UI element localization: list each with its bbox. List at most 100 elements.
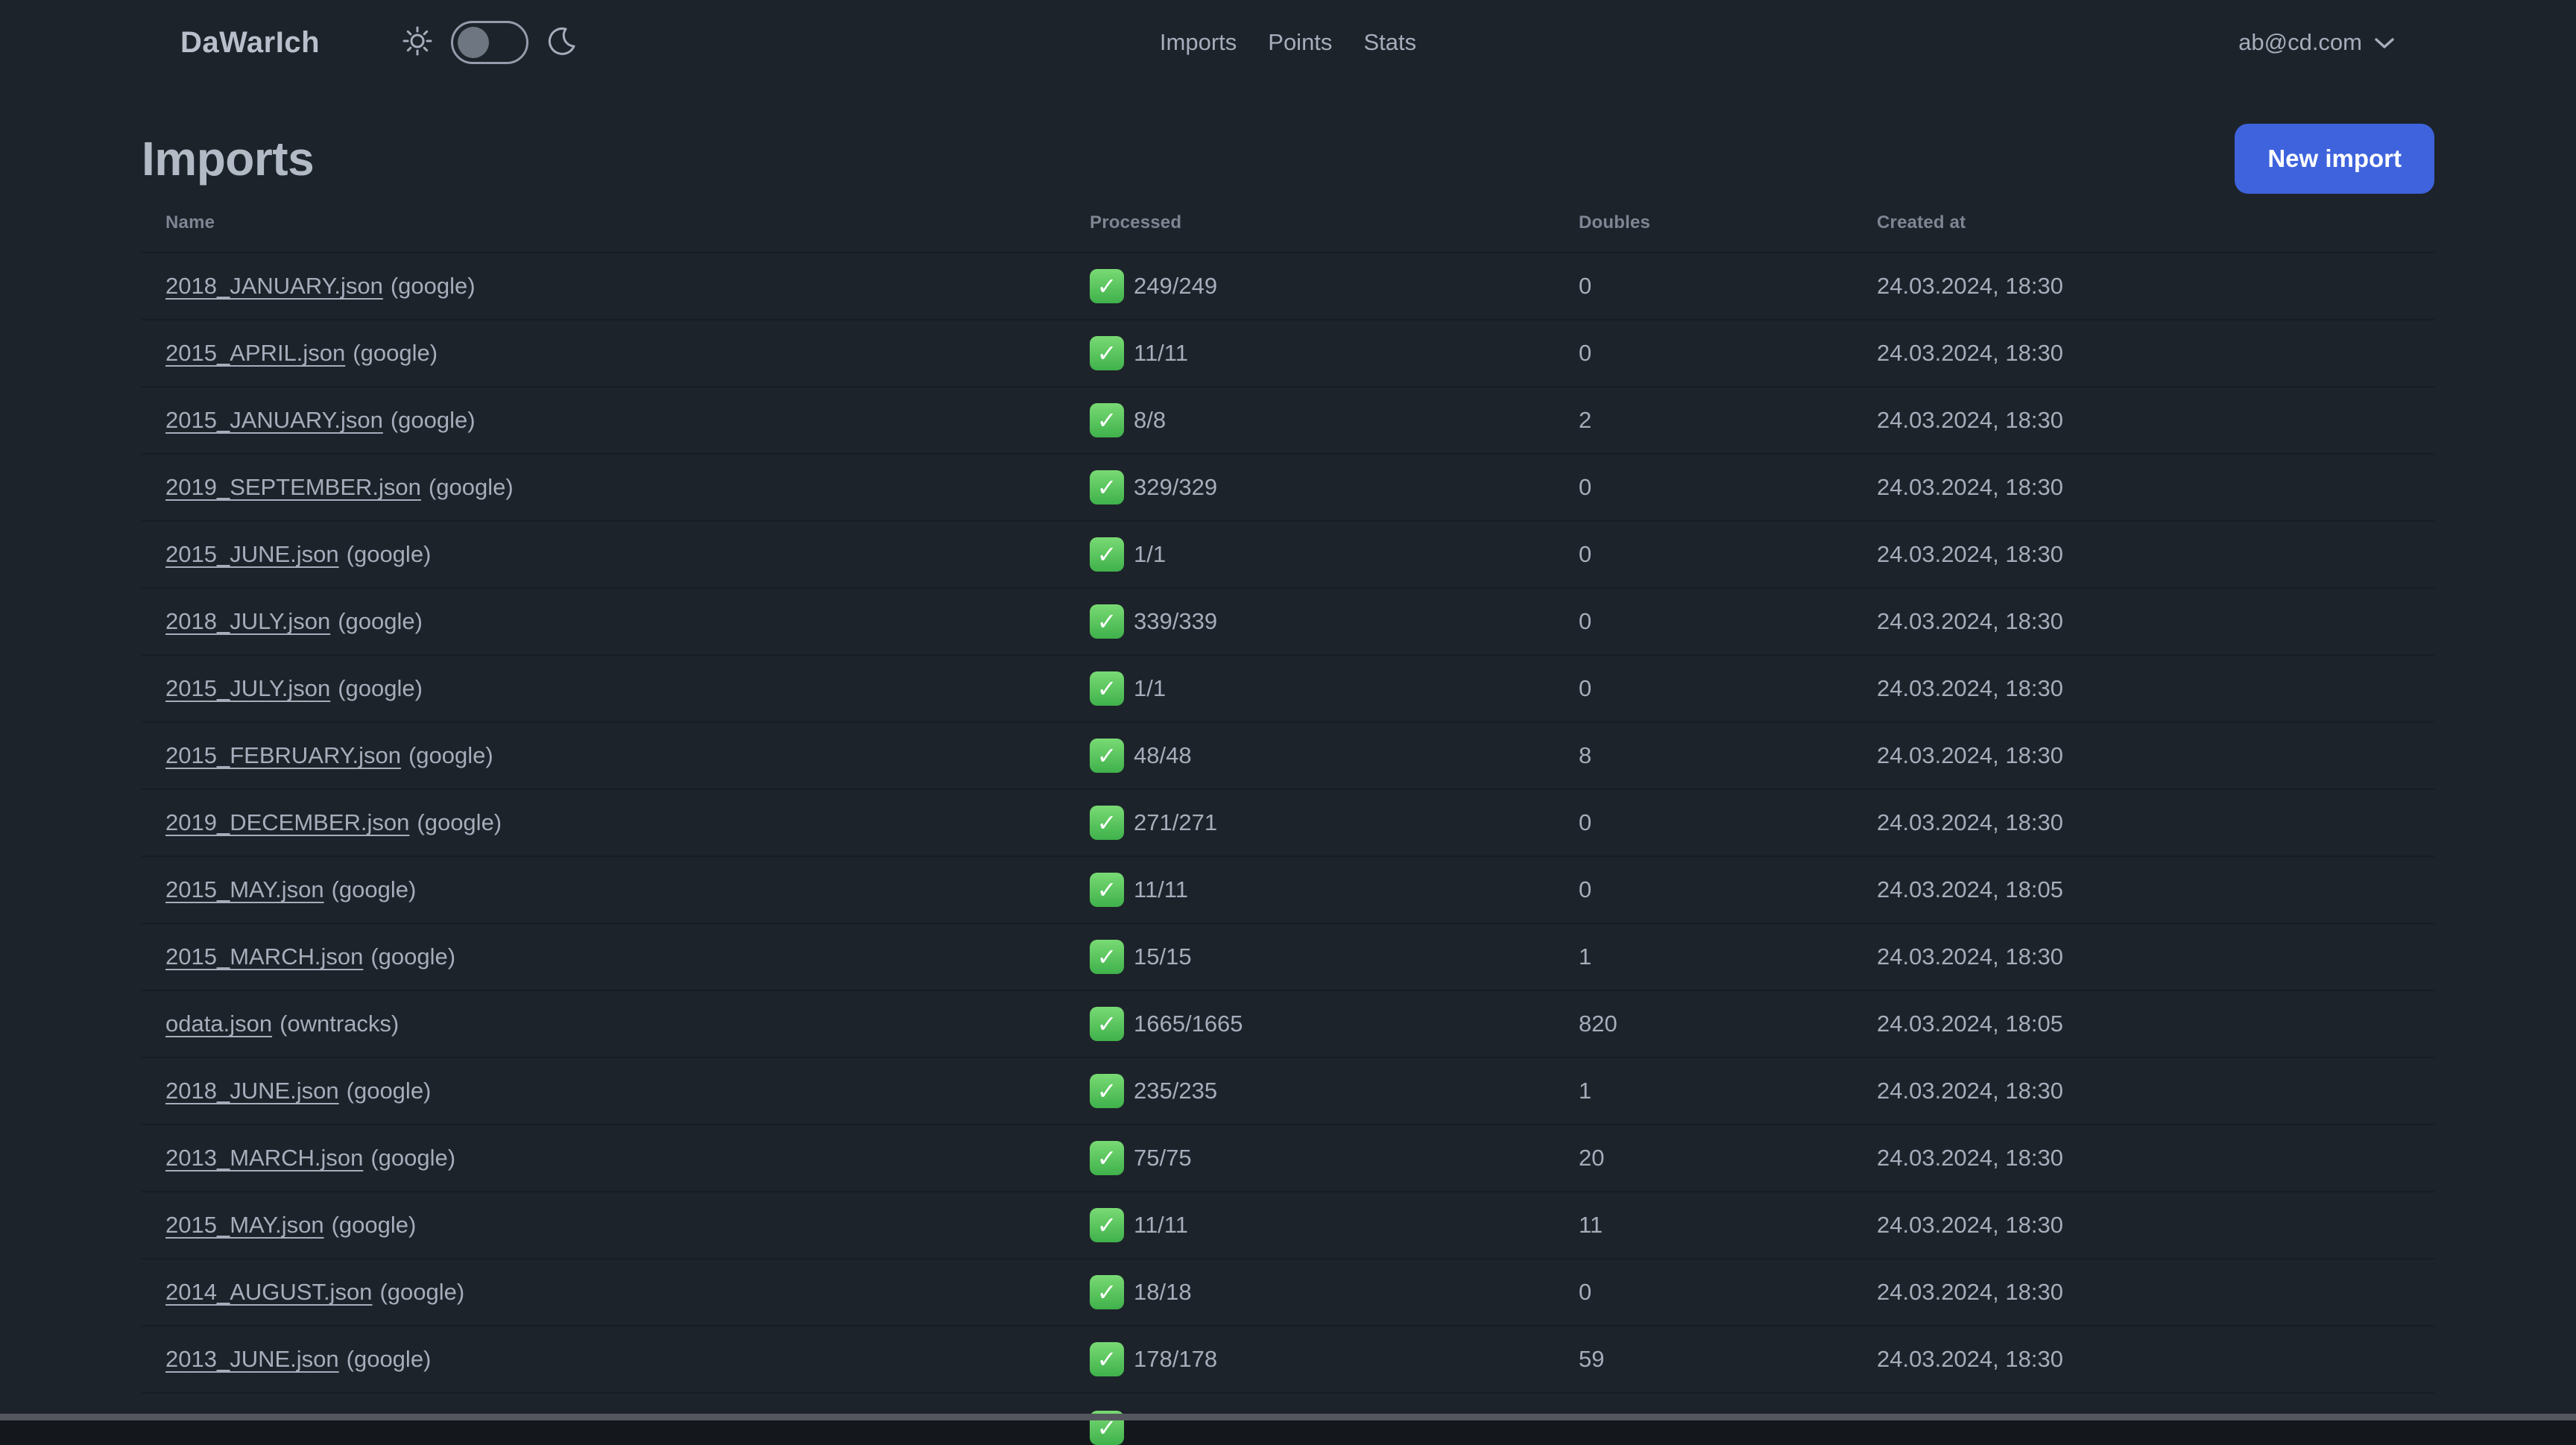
name-cell: 2014_AUGUST.json (google) [142,1259,1066,1327]
table-row: 2015_JUNE.json (google) ✓ 1/1 0 24.03.202… [142,521,2434,589]
doubles-count: 0 [1579,541,1592,567]
processed-count: 11/11 [1134,876,1188,902]
name-cell: 2015_FEBRUARY.json (google) [142,722,1066,790]
check-glyph: ✓ [1096,1278,1117,1306]
table-row: 2018_JUNE.json (google) ✓ 235/235 1 24.03… [142,1057,2434,1125]
import-file-link[interactable]: 2013_MARCH.json [165,1145,363,1171]
import-file-link[interactable]: 2019_DECEMBER.json [165,809,409,835]
import-file-link[interactable]: 2015_JULY.json [165,675,330,701]
processed-cell: ✓ 11/11 [1066,856,1555,924]
import-source-label: (google) [408,742,493,768]
app-logo[interactable]: DaWarIch [180,26,320,60]
created-at: 24.03.2024, 18:30 [1877,474,2063,500]
check-glyph: ✓ [1096,339,1117,367]
chevron-down-icon [2374,29,2395,56]
processed-count: 11/11 [1134,1212,1188,1238]
processed-cell: ✓ 1/1 [1066,521,1555,589]
doubles-cell: 8 [1555,722,1853,790]
doubles-cell: 0 [1555,856,1853,924]
processed-cell: ✓ 1/1 [1066,655,1555,723]
created-cell: 24.03.2024, 18:30 [1853,253,2434,320]
import-source-label: (google) [346,1078,432,1104]
moon-icon [546,25,578,60]
created-cell: 24.03.2024, 18:30 [1853,320,2434,388]
doubles-count: 20 [1579,1145,1605,1171]
import-file-link[interactable]: 2015_MAY.json [165,876,324,902]
check-glyph: ✓ [1096,272,1117,300]
success-check-icon: ✓ [1090,1007,1124,1041]
created-at: 24.03.2024, 18:30 [1877,742,2063,768]
imports-table: Name Processed Doubles Created at 2018_J… [142,194,2434,1445]
import-source-label: (google) [417,809,502,835]
success-check-icon: ✓ [1090,470,1124,505]
doubles-count: 0 [1579,1279,1592,1305]
table-row: 2019_DECEMBER.json (google) ✓ 271/271 0 2… [142,789,2434,857]
success-check-icon: ✓ [1090,1342,1124,1376]
nav-link-stats[interactable]: Stats [1363,29,1416,56]
name-cell: 2015_MARCH.json (google) [142,923,1066,991]
success-check-icon: ✓ [1090,739,1124,773]
table-row: 2015_FEBRUARY.json (google) ✓ 48/48 8 24.… [142,722,2434,790]
import-source-label: (google) [390,407,476,433]
check-glyph: ✓ [1096,943,1117,971]
name-cell: 2013_MARCH.json (google) [142,1125,1066,1192]
processed-cell: ✓ 329/329 [1066,454,1555,522]
check-glyph: ✓ [1096,809,1117,837]
doubles-count: 11 [1579,1212,1603,1238]
created-at: 24.03.2024, 18:30 [1877,608,2063,634]
processed-cell: ✓ 235/235 [1066,1057,1555,1125]
doubles-cell: 1 [1555,923,1853,991]
check-glyph: ✓ [1096,742,1117,770]
processed-cell: ✓ 75/75 [1066,1125,1555,1192]
theme-toggle-switch[interactable] [451,21,529,64]
import-file-link[interactable]: 2015_FEBRUARY.json [165,742,401,768]
processed-cell: ✓ 339/339 [1066,588,1555,656]
doubles-cell: 20 [1555,1125,1853,1192]
success-check-icon: ✓ [1090,873,1124,907]
created-cell: 24.03.2024, 18:05 [1853,990,2434,1058]
doubles-count: 59 [1579,1346,1605,1372]
doubles-cell: 2 [1555,387,1853,455]
check-glyph: ✓ [1096,1144,1117,1172]
check-glyph: ✓ [1096,473,1117,502]
doubles-count: 0 [1579,675,1592,701]
created-at: 24.03.2024, 18:30 [1877,675,2063,701]
column-header-processed: Processed [1066,194,1555,253]
new-import-button[interactable]: New import [2235,123,2434,194]
created-at: 24.03.2024, 18:30 [1877,1346,2063,1372]
check-glyph: ✓ [1096,876,1117,904]
nav-link-imports[interactable]: Imports [1160,29,1237,56]
import-file-link[interactable]: 2018_JANUARY.json [165,273,383,299]
processed-cell: ✓ 249/249 [1066,253,1555,320]
created-cell: 24.03.2024, 18:30 [1853,1057,2434,1125]
import-file-link[interactable]: 2015_MARCH.json [165,943,363,970]
processed-count: 1665/1665 [1134,1011,1243,1037]
import-file-link[interactable]: 2018_JULY.json [165,608,330,634]
created-cell: 24.03.2024, 18:30 [1853,789,2434,857]
nav-link-points[interactable]: Points [1268,29,1332,56]
user-menu[interactable]: ab@cd.com [2238,29,2395,56]
import-file-link[interactable]: 2015_APRIL.json [165,340,345,366]
import-source-label: (google) [346,1346,432,1372]
import-file-link[interactable]: 2015_JANUARY.json [165,407,383,433]
processed-count: 8/8 [1134,407,1167,433]
processed-cell: ✓ 271/271 [1066,789,1555,857]
created-cell: 24.03.2024, 18:30 [1853,1192,2434,1259]
horizontal-scrollbar[interactable] [0,1414,2576,1420]
import-file-link[interactable]: 2015_JUNE.json [165,541,339,567]
doubles-cell: 1 [1555,1057,1853,1125]
import-file-link[interactable]: 2013_JUNE.json [165,1346,339,1372]
created-at: 24.03.2024, 18:30 [1877,340,2063,366]
check-glyph: ✓ [1096,674,1117,703]
import-file-link[interactable]: 2014_AUGUST.json [165,1279,372,1305]
import-file-link[interactable]: 2018_JUNE.json [165,1078,339,1104]
doubles-cell: 0 [1555,588,1853,656]
import-file-link[interactable]: odata.json [165,1011,272,1037]
import-file-link[interactable]: 2015_MAY.json [165,1212,324,1238]
import-source-label: (google) [428,474,514,500]
table-row: 2014_AUGUST.json (google) ✓ 18/18 0 24.03… [142,1259,2434,1327]
table-row: 2013_JUNE.json (google) ✓ 178/178 59 24.0… [142,1326,2434,1394]
success-check-icon: ✓ [1090,1275,1124,1309]
import-file-link[interactable]: 2019_SEPTEMBER.json [165,474,421,500]
doubles-cell: 0 [1555,1259,1853,1327]
